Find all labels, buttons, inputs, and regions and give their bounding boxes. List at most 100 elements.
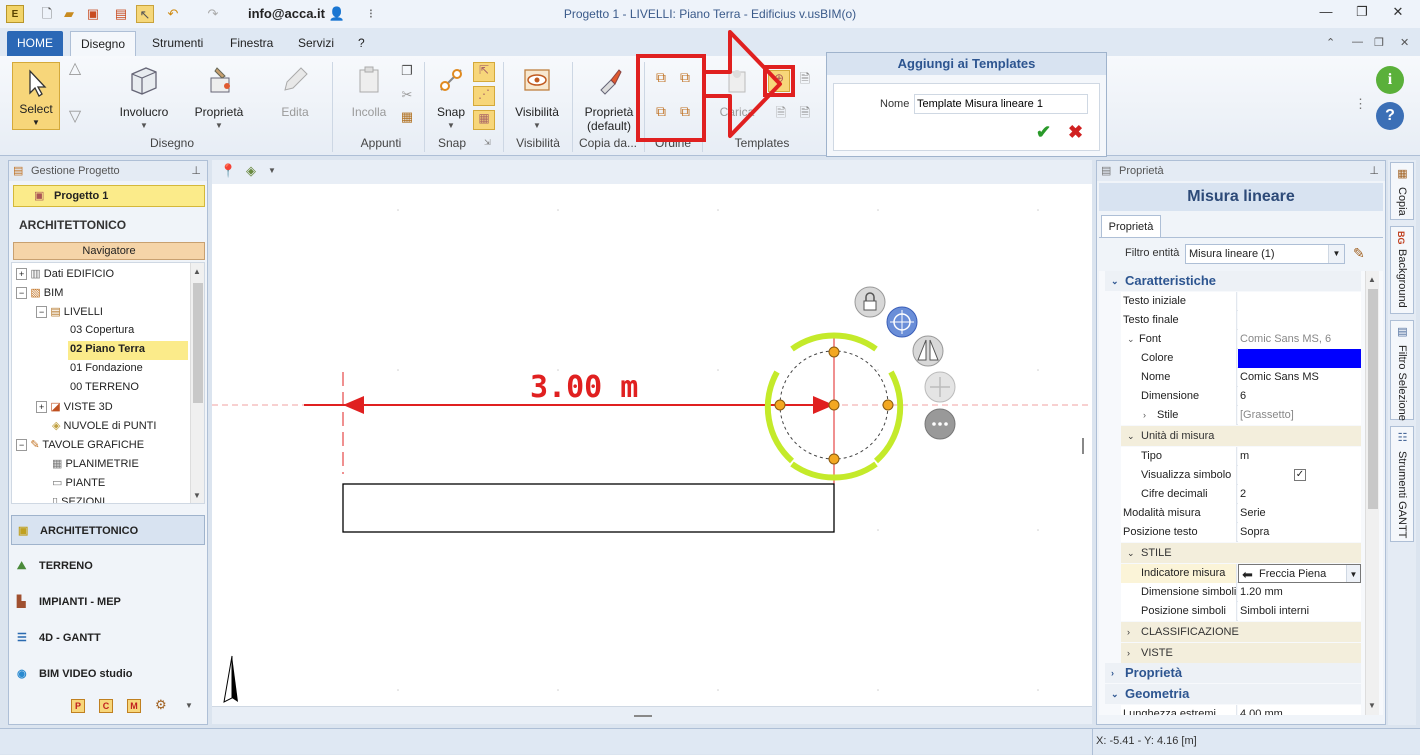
select-button[interactable]: Select ▼ <box>12 62 60 130</box>
navigator-header[interactable]: Navigatore <box>13 242 205 260</box>
paste-special-icon[interactable]: ▦ <box>398 110 416 124</box>
chevron-down-icon[interactable]: ▼ <box>268 166 276 175</box>
ribbon-minimize-icon[interactable]: — <box>1352 36 1363 48</box>
row-tipo[interactable]: Tipo m <box>1121 447 1361 466</box>
ribbon-restore-icon[interactable]: ❐ <box>1374 36 1384 49</box>
template-name-input[interactable] <box>914 94 1088 114</box>
tree-item-planimetrie[interactable]: ▦ PLANIMETRIE <box>52 457 139 470</box>
vtab-strumenti-gantt[interactable]: ☷ Strumenti GANTT <box>1390 426 1414 542</box>
tree-item-bim[interactable]: − ▧ BIM <box>16 286 63 299</box>
mirror-icon[interactable] <box>912 335 944 367</box>
p-module-icon[interactable]: P <box>71 699 85 713</box>
ribbon-close-icon[interactable]: ✕ <box>1400 36 1409 49</box>
row-indicatore-misura[interactable]: Indicatore misura ⬅ Freccia Piena ▼ <box>1121 564 1361 583</box>
module-gantt[interactable]: ☰ 4D - GANTT <box>11 623 205 653</box>
filter-select[interactable]: Misura lineare (1) ▼ <box>1185 244 1345 264</box>
tree-item-03-copertura[interactable]: 03 Copertura <box>70 324 134 336</box>
property-scrollbar[interactable]: ▲ ▼ <box>1365 271 1379 715</box>
edita-button[interactable]: Edita <box>266 64 324 119</box>
up-arrow-icon[interactable]: △ <box>66 61 84 77</box>
module-terreno[interactable]: ⛰ TERRENO <box>11 551 205 581</box>
row-posizione-testo[interactable]: Posizione testo Sopra <box>1121 523 1361 542</box>
m-module-icon[interactable]: M <box>127 699 141 713</box>
pin-icon[interactable]: ⊥ <box>191 161 201 181</box>
tree-item-livelli[interactable]: − ▤ LIVELLI <box>36 305 103 318</box>
row-colore[interactable]: Colore <box>1121 349 1361 368</box>
tree-item-tavole-grafiche[interactable]: − ✎ TAVOLE GRAFICHE <box>16 438 144 451</box>
filter-edit-icon[interactable]: ✎ <box>1353 245 1365 262</box>
measure-text[interactable]: 3.00 m <box>530 370 638 405</box>
tab-home[interactable]: HOME <box>7 31 63 56</box>
confirm-check-icon[interactable]: ✔ <box>1036 122 1051 143</box>
row-nome[interactable]: Nome Comic Sans MS <box>1121 368 1361 387</box>
section-geometria[interactable]: ⌄ Geometria <box>1105 684 1361 704</box>
tree-item-viste-3d[interactable]: + ◪ VISTE 3D <box>36 400 113 413</box>
down-arrow-icon[interactable]: ▽ <box>66 109 84 125</box>
vtab-background[interactable]: BG Background <box>1390 226 1414 314</box>
cut-icon[interactable]: ✂ <box>398 88 416 102</box>
restore-button[interactable]: ❐ <box>1350 4 1374 24</box>
vtab-filtro-selezione[interactable]: ▤ Filtro Selezione <box>1390 320 1414 421</box>
section-caratteristiche[interactable]: ⌄ Caratteristiche <box>1105 271 1361 291</box>
visibilita-button[interactable]: Visibilità ▼ <box>512 64 562 133</box>
tab-help[interactable]: ? <box>348 31 375 56</box>
tree-item-00-terreno[interactable]: 00 TERRENO <box>70 381 139 393</box>
tab-servizi[interactable]: Servizi <box>288 31 344 56</box>
row-font[interactable]: Font Comic Sans MS, 6 ⌄ <box>1121 330 1361 349</box>
row-dimensione-simboli[interactable]: Dimensione simboli 1.20 mm <box>1121 583 1361 602</box>
incolla-button[interactable]: Incolla <box>344 64 394 119</box>
lock-icon[interactable] <box>854 286 886 318</box>
tree-item-01-fondazione[interactable]: 01 Fondazione <box>70 362 143 374</box>
dialog-launcher-icon[interactable]: ⇲ <box>484 138 491 147</box>
ribbon-collapse-icon[interactable]: ⌃ <box>1326 36 1335 49</box>
vtab-copia[interactable]: ▦ Copia <box>1390 162 1414 220</box>
tree-item-dati-edificio[interactable]: + ▥ Dati EDIFICIO <box>16 267 114 280</box>
ribbon-more-icon[interactable]: ⋮ <box>1354 96 1367 112</box>
tree-scrollbar[interactable]: ▲ ▼ <box>190 263 204 503</box>
info-icon[interactable]: i <box>1376 66 1404 94</box>
tree-item-nuvole-punti[interactable]: ◈ NUVOLE di PUNTI <box>52 419 156 432</box>
c-module-icon[interactable]: C <box>99 699 113 713</box>
pin-red-icon[interactable]: 📍 <box>220 163 236 179</box>
subsec-classificazione[interactable]: › CLASSIFICAZIONE <box>1121 622 1361 642</box>
layers-icon[interactable]: ◈ <box>246 163 256 179</box>
pin-icon[interactable]: ⊥ <box>1369 161 1379 181</box>
row-modalita-misura[interactable]: Modalità misura Serie <box>1121 504 1361 523</box>
drawing-canvas[interactable]: 3.00 m <box>212 184 1092 706</box>
cancel-x-icon[interactable]: ✖ <box>1068 122 1083 143</box>
involucro-button[interactable]: Involucro ▼ <box>112 64 176 133</box>
row-stile[interactable]: Stile [Grassetto] › <box>1121 406 1361 425</box>
module-bim-video[interactable]: ◉ BIM VIDEO studio <box>11 659 205 689</box>
tab-proprieta[interactable]: Proprietà <box>1101 215 1161 237</box>
target-icon[interactable] <box>886 306 918 338</box>
tree-item-sezioni[interactable]: ▯ SEZIONI <box>52 495 105 503</box>
row-posizione-simboli[interactable]: Posizione simboli Simboli interni <box>1121 602 1361 621</box>
row-lunghezza-estremi[interactable]: Lunghezza estremi 4.00 mm <box>1121 705 1361 715</box>
help-icon[interactable]: ? <box>1376 102 1404 130</box>
row-testo-finale[interactable]: Testo finale <box>1121 311 1361 330</box>
tree-item-piante[interactable]: ▭ PIANTE <box>52 476 105 489</box>
proprieta-button[interactable]: Proprietà ▼ <box>190 64 248 133</box>
snap-endpoint-icon[interactable]: ⇱ <box>473 62 495 82</box>
checkbox-checked-icon[interactable]: ✓ <box>1294 469 1306 481</box>
minimize-button[interactable]: — <box>1314 4 1338 24</box>
snap-button[interactable]: Snap ▼ <box>432 64 470 133</box>
splitter-grip[interactable] <box>634 715 652 717</box>
module-architettonico[interactable]: ▣ ARCHITETTONICO <box>11 515 205 545</box>
row-cifre-decimali[interactable]: Cifre decimali 2 <box>1121 485 1361 504</box>
tab-disegno[interactable]: Disegno <box>70 31 137 56</box>
snap-grid-icon[interactable]: ▦ <box>473 110 495 130</box>
gears-icon[interactable]: ⚙ <box>155 697 167 713</box>
move-icon[interactable] <box>924 371 956 403</box>
subsec-unita[interactable]: ⌄ Unità di misura <box>1121 426 1361 446</box>
row-visualizza-simbolo[interactable]: Visualizza simbolo ✓ <box>1121 466 1361 485</box>
copy-icon[interactable]: ❐ <box>398 64 416 78</box>
tab-finestra[interactable]: Finestra <box>220 31 283 56</box>
close-button[interactable]: ✕ <box>1386 4 1410 24</box>
row-dimensione[interactable]: Dimensione 6 <box>1121 387 1361 406</box>
project-item[interactable]: ▣ Progetto 1 <box>13 185 205 207</box>
side-splitter-grip[interactable] <box>1082 438 1084 454</box>
subsec-viste[interactable]: › VISTE <box>1121 643 1361 663</box>
chevron-down-icon[interactable]: ▼ <box>185 701 193 710</box>
module-impianti[interactable]: ▙ IMPIANTI - MEP <box>11 587 205 617</box>
